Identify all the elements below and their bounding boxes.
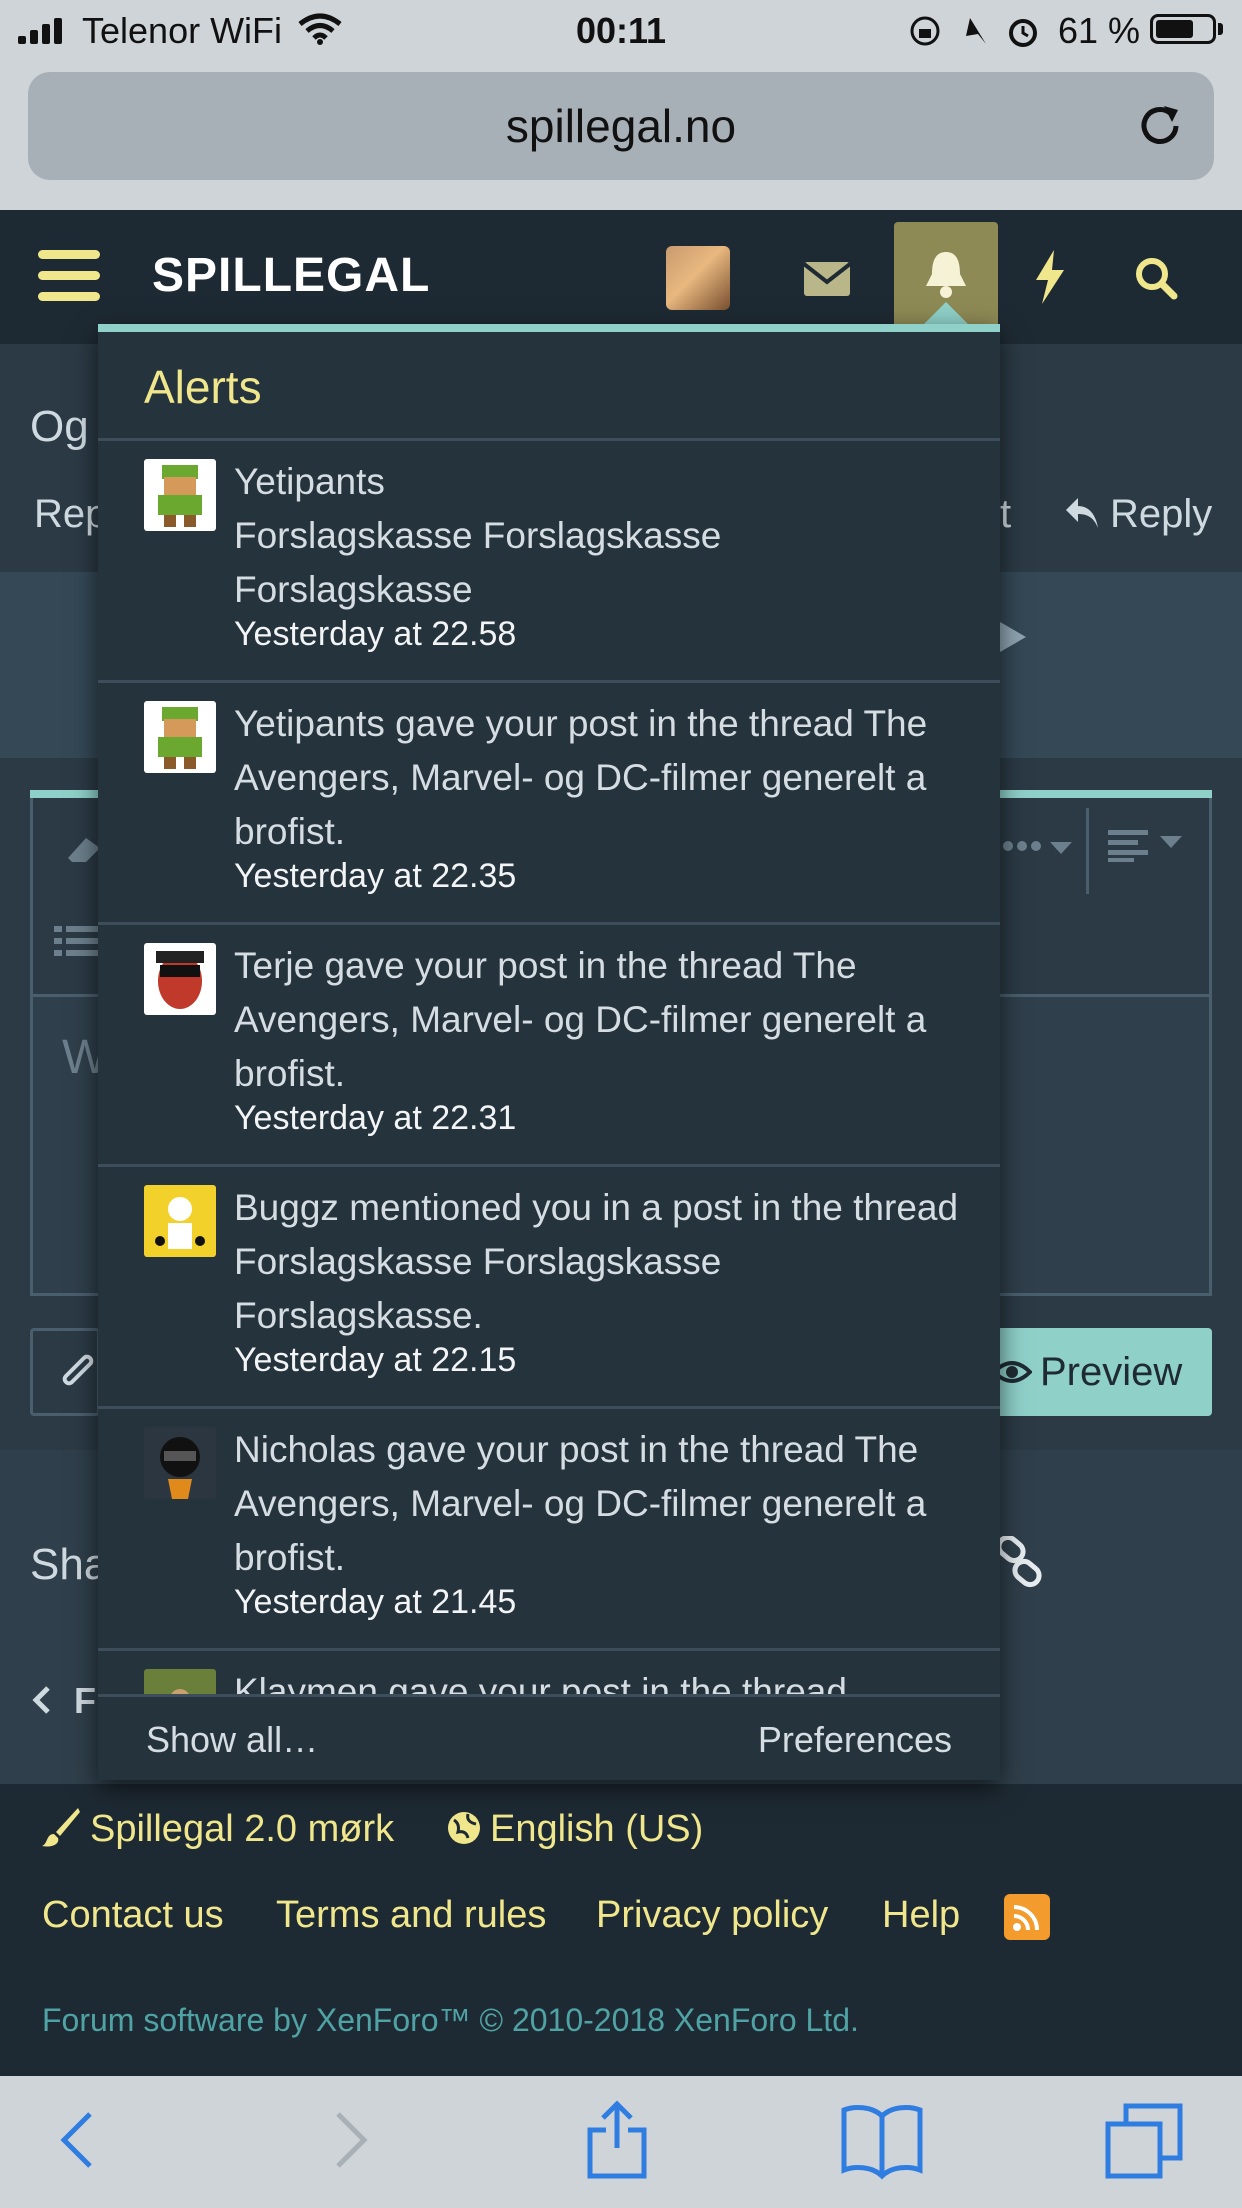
rss-icon[interactable] <box>1004 1894 1050 1940</box>
style-chooser[interactable]: Spillegal 2.0 mørk <box>90 1808 394 1851</box>
alert-text: Yetipants gave your post in the thread T… <box>234 703 928 852</box>
alert-item[interactable]: Terje gave your post in the thread The A… <box>98 925 1000 1165</box>
copyright-notice[interactable]: Forum software by XenForo™ © 2010-2018 X… <box>42 2002 859 2039</box>
language-chooser[interactable]: English (US) <box>490 1808 703 1851</box>
alert-text: Buggz mentioned you in a post in the thr… <box>234 1187 959 1336</box>
share-icon[interactable] <box>586 2100 648 2180</box>
alert-time: Yesterday at 22.58 <box>234 615 517 653</box>
reply-quote-link[interactable]: Rep <box>34 492 107 537</box>
alert-item[interactable]: Yetipants Forslagskasse Forslagskasse Fo… <box>98 441 1000 681</box>
tabs-icon[interactable] <box>1104 2100 1184 2180</box>
alert-time: Yesterday at 21.45 <box>234 1583 517 1621</box>
alert-time: Yesterday at 22.31 <box>234 1099 517 1137</box>
align-icon[interactable] <box>1108 828 1184 862</box>
next-page-icon[interactable] <box>998 620 1028 654</box>
bell-icon[interactable] <box>922 248 970 300</box>
avatar <box>144 1427 216 1499</box>
back-icon[interactable] <box>58 2100 98 2180</box>
bookmarks-icon[interactable] <box>840 2100 924 2180</box>
user-avatar[interactable] <box>666 246 730 310</box>
alert-item[interactable]: Yetipants gave your post in the thread T… <box>98 683 1000 923</box>
avatar <box>144 1669 216 1694</box>
alert-text: Nicholas gave your post in the thread Th… <box>234 1429 927 1578</box>
alert-text: Klaymen gave your post in the thread <box>234 1671 847 1694</box>
help-link[interactable]: Help <box>882 1894 960 1937</box>
alert-time: Yesterday at 22.35 <box>234 857 517 895</box>
battery-percent: 61 % <box>1058 10 1141 51</box>
forward-icon[interactable] <box>330 2100 370 2180</box>
address-bar-url[interactable]: spillegal.no <box>28 72 1214 180</box>
avatar <box>144 943 216 1015</box>
hamburger-menu-icon[interactable] <box>38 250 100 302</box>
alerts-footer: Show all… Preferences <box>98 1694 1000 1780</box>
privacy-policy-link[interactable]: Privacy policy <box>596 1894 828 1937</box>
status-icons <box>910 16 1037 47</box>
share-heading: Sha <box>30 1540 109 1589</box>
envelope-icon[interactable] <box>802 258 852 298</box>
avatar <box>144 1185 216 1257</box>
clock: 00:11 <box>575 10 667 51</box>
alert-item[interactable]: Buggz mentioned you in a post in the thr… <box>98 1167 1000 1407</box>
globe-icon <box>448 1812 480 1844</box>
alert-preferences-link[interactable]: Preferences <box>758 1719 952 1761</box>
alert-time: Yesterday at 22.15 <box>234 1341 517 1379</box>
reply-button[interactable]: Reply <box>1110 492 1212 537</box>
alerts-title: Alerts <box>144 361 262 413</box>
battery-icon <box>1150 14 1216 44</box>
more-options-icon[interactable] <box>1002 836 1074 858</box>
avatar <box>144 459 216 531</box>
paint-brush-icon <box>42 1808 80 1847</box>
chevron-left-icon[interactable] <box>32 1686 52 1714</box>
search-icon[interactable] <box>1134 256 1178 300</box>
avatar <box>144 701 216 773</box>
alert-item[interactable]: Nicholas gave your post in the thread Th… <box>98 1409 1000 1649</box>
list-icon[interactable] <box>54 924 100 958</box>
status-bar: Telenor WiFi 00:11 61 % <box>0 0 1242 62</box>
thread-title: Og <box>30 402 89 451</box>
lightning-icon[interactable] <box>1034 250 1066 304</box>
post-link-partial[interactable]: t <box>1000 492 1011 537</box>
paperclip-icon <box>62 1354 94 1386</box>
contact-us-link[interactable]: Contact us <box>42 1894 224 1937</box>
preview-button[interactable]: Preview <box>992 1328 1212 1416</box>
reload-icon[interactable] <box>1136 100 1188 152</box>
show-all-alerts-link[interactable]: Show all… <box>146 1719 318 1761</box>
alert-text: Terje gave your post in the thread The A… <box>234 945 927 1094</box>
link-icon[interactable] <box>994 1536 1046 1588</box>
alert-text: Yetipants Forslagskasse Forslagskasse Fo… <box>234 461 722 610</box>
site-logo[interactable]: SPILLEGAL <box>152 248 430 303</box>
reply-icon[interactable] <box>1064 496 1100 530</box>
terms-link[interactable]: Terms and rules <box>276 1894 546 1937</box>
alert-item[interactable]: Klaymen gave your post in the thread <box>98 1651 1000 1694</box>
